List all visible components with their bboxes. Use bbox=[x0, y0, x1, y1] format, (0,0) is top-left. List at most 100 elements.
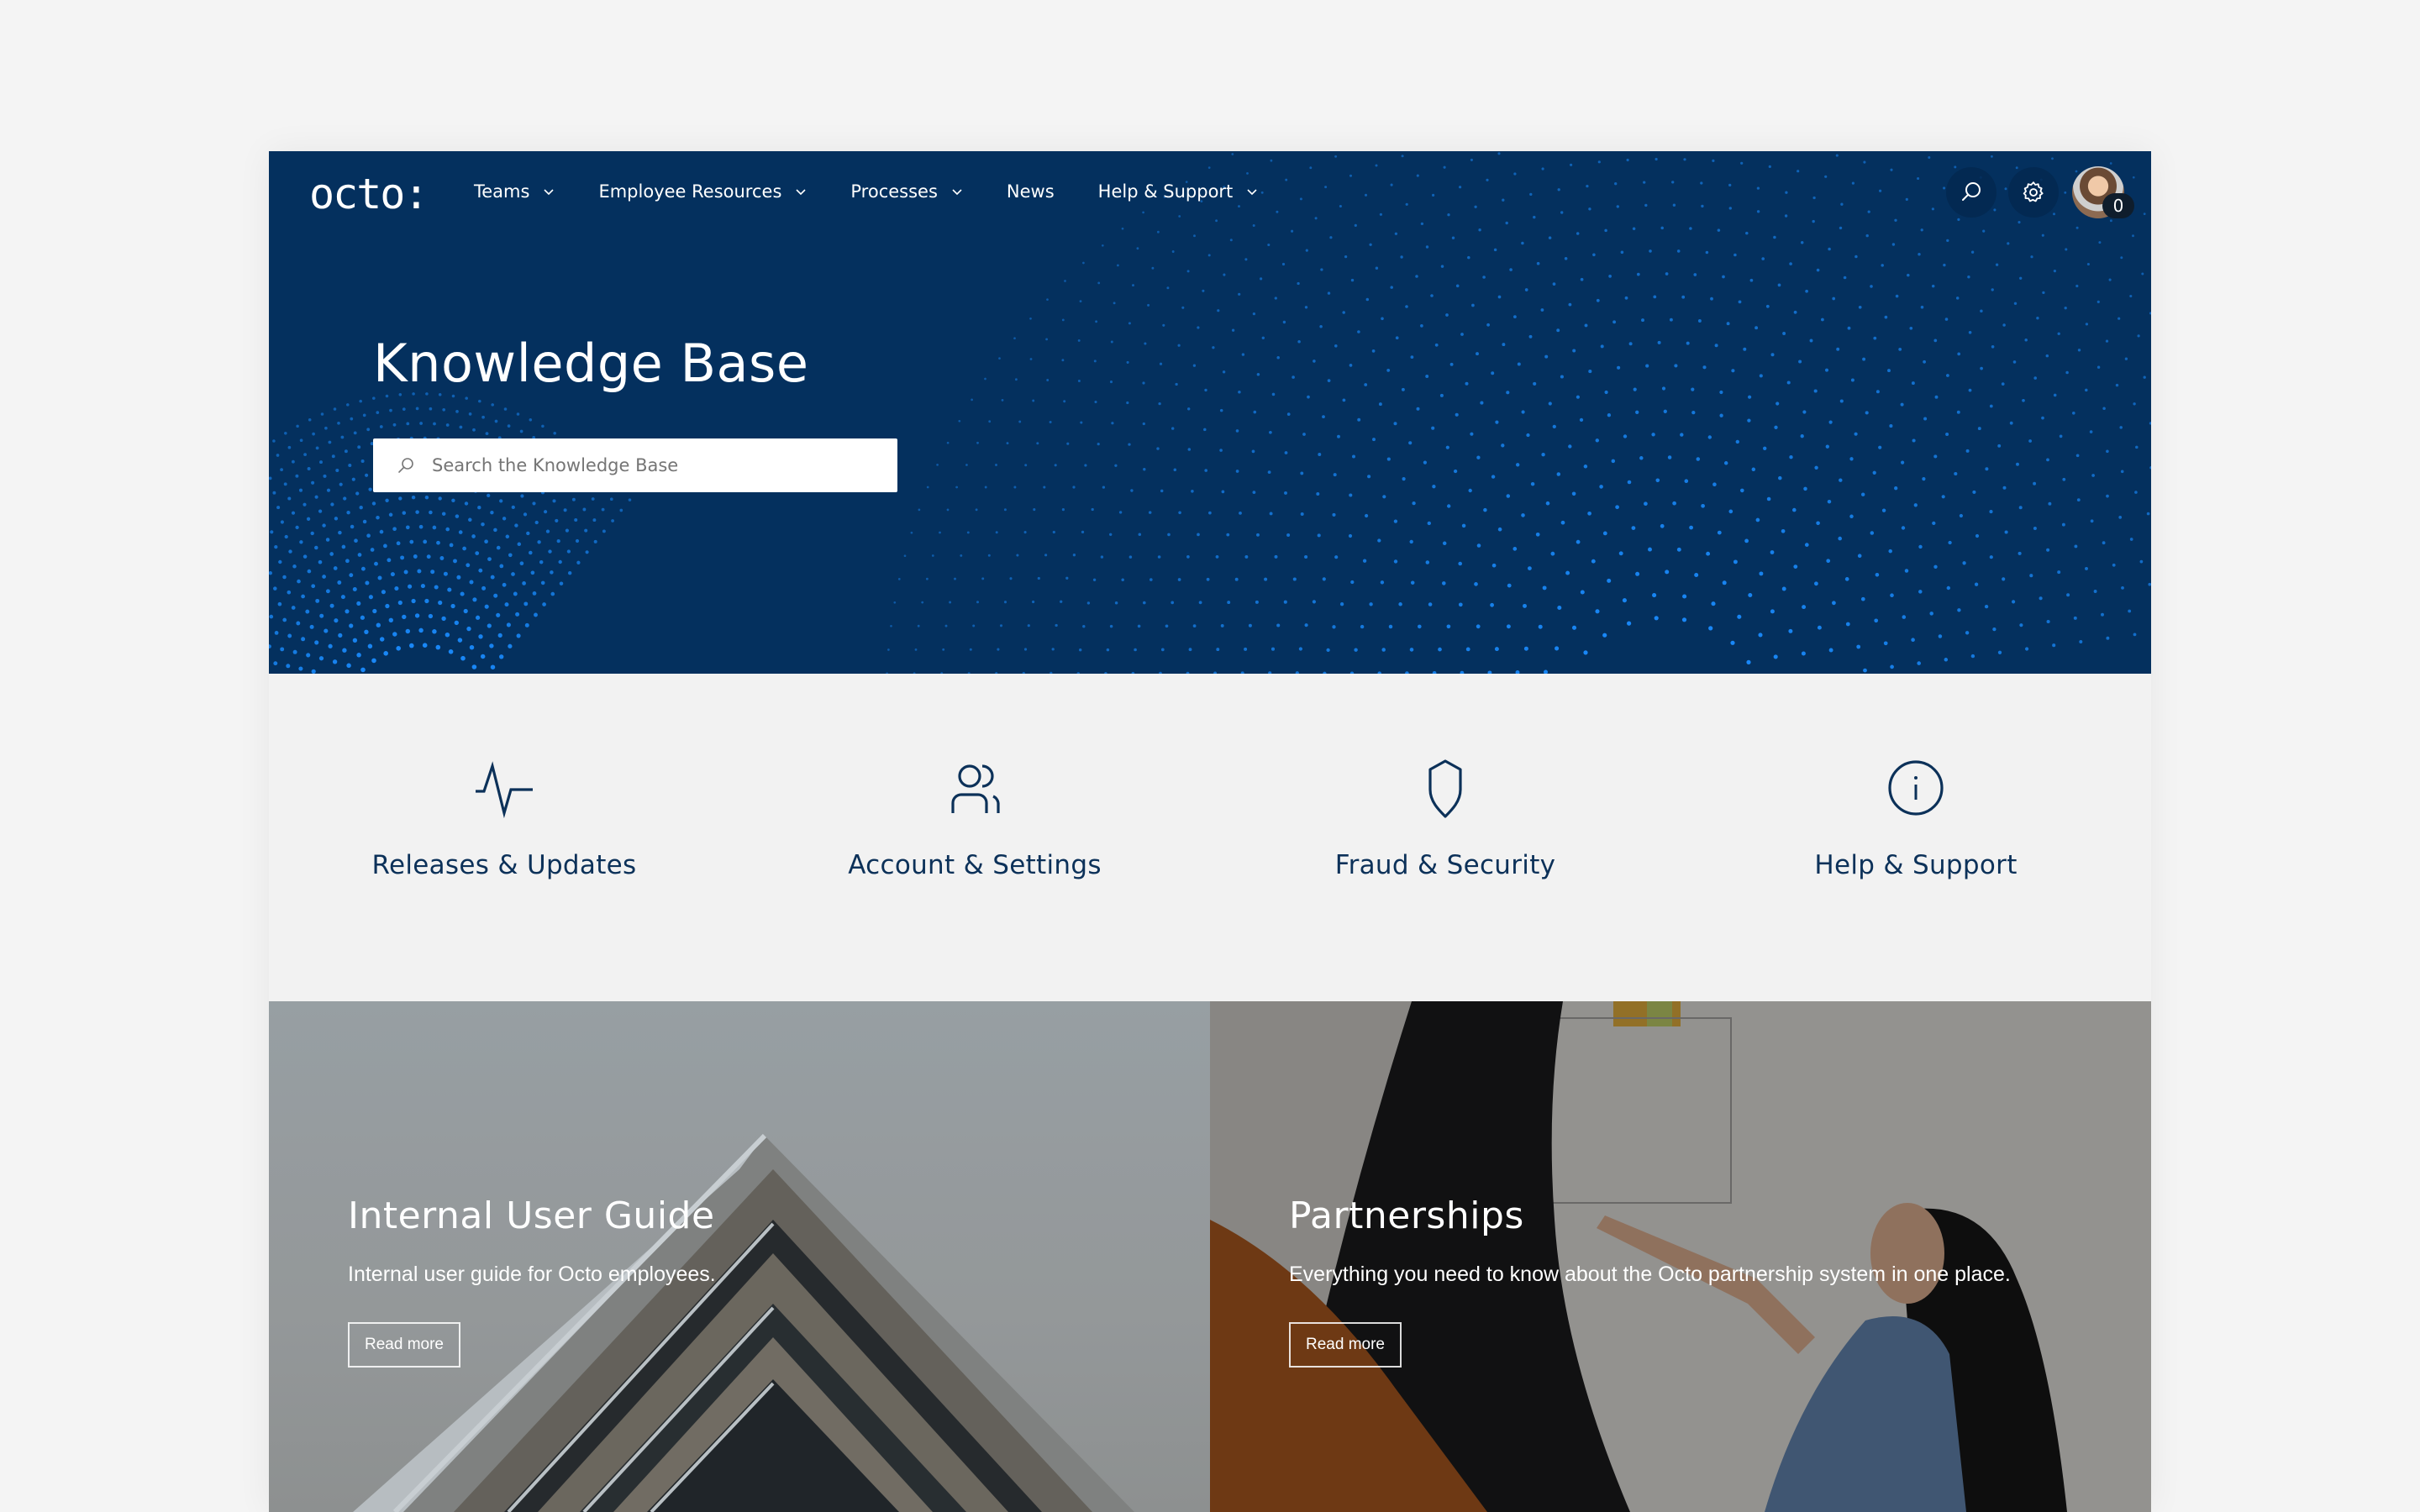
pattern-dot bbox=[418, 524, 424, 529]
pattern-dot bbox=[1506, 494, 1511, 498]
pattern-dot bbox=[1061, 359, 1065, 362]
pattern-dot bbox=[1917, 661, 1921, 665]
user-avatar[interactable]: 0 bbox=[2072, 166, 2134, 218]
pattern-dot bbox=[2059, 434, 2063, 438]
pattern-dot bbox=[1777, 283, 1781, 287]
search-input[interactable] bbox=[432, 455, 886, 475]
pattern-dot bbox=[1997, 444, 2002, 448]
pattern-dot bbox=[1604, 390, 1608, 395]
pattern-dot bbox=[966, 531, 970, 534]
pattern-dot bbox=[1203, 428, 1207, 432]
pattern-dot bbox=[532, 591, 537, 596]
pattern-dot bbox=[1097, 281, 1101, 285]
pattern-dot bbox=[1449, 362, 1454, 366]
pattern-dot bbox=[1839, 399, 1844, 403]
pattern-dot bbox=[372, 396, 376, 400]
card-title: Partnerships bbox=[1289, 1194, 1524, 1237]
pattern-dot bbox=[1460, 333, 1464, 336]
pattern-dot bbox=[1244, 258, 1248, 261]
pattern-dot bbox=[379, 637, 385, 642]
pattern-dot bbox=[1989, 510, 1993, 514]
pattern-dot bbox=[1861, 492, 1865, 496]
search-button[interactable] bbox=[1946, 167, 1996, 218]
pattern-dot bbox=[1887, 369, 1891, 373]
pattern-dot bbox=[1118, 511, 1123, 514]
pattern-dot bbox=[377, 575, 382, 580]
pattern-dot bbox=[1723, 461, 1728, 465]
chevron-down-icon bbox=[1247, 189, 1257, 196]
pattern-dot bbox=[971, 398, 973, 402]
category-releases-updates[interactable]: Releases & Updates bbox=[269, 674, 739, 1001]
pattern-dot bbox=[1260, 277, 1263, 281]
pattern-dot bbox=[1302, 433, 1306, 436]
pattern-dot bbox=[307, 467, 311, 470]
pattern-dot bbox=[449, 543, 454, 548]
pattern-dot bbox=[355, 491, 360, 496]
pattern-dot bbox=[1142, 422, 1145, 426]
pattern-dot bbox=[2053, 270, 2056, 273]
pattern-dot bbox=[534, 520, 539, 525]
pattern-dot bbox=[396, 541, 401, 546]
pattern-dot bbox=[530, 570, 535, 575]
pattern-dot bbox=[1045, 338, 1048, 341]
pattern-dot bbox=[2002, 486, 2007, 490]
octo-logo[interactable]: octo: bbox=[309, 170, 429, 218]
pattern-dot bbox=[1968, 388, 1972, 392]
pattern-dot bbox=[2009, 421, 2013, 425]
pattern-dot bbox=[1102, 486, 1106, 489]
pattern-dot bbox=[1512, 547, 1518, 551]
pattern-dot bbox=[422, 643, 428, 648]
read-more-button[interactable]: Read more bbox=[1289, 1322, 1402, 1368]
pattern-dot bbox=[1552, 282, 1556, 286]
knowledge-base-search[interactable] bbox=[373, 438, 897, 492]
pattern-dot bbox=[1568, 302, 1572, 307]
pattern-dot bbox=[1144, 342, 1147, 345]
category-help-support[interactable]: Help & Support bbox=[1681, 674, 2151, 1001]
pattern-dot bbox=[1317, 533, 1321, 538]
pattern-dot bbox=[1595, 609, 1600, 614]
nav-item-processes[interactable]: Processes bbox=[850, 181, 963, 202]
pattern-dot bbox=[349, 573, 354, 578]
pattern-dot bbox=[1044, 554, 1048, 557]
pattern-dot bbox=[1680, 433, 1684, 437]
pattern-dot bbox=[499, 654, 504, 659]
category-fraud-security[interactable]: Fraud & Security bbox=[1210, 674, 1681, 1001]
pattern-dot bbox=[1956, 410, 1960, 414]
pattern-dot bbox=[1889, 424, 1893, 428]
pattern-dot bbox=[1968, 331, 1972, 334]
read-more-button[interactable]: Read more bbox=[348, 1322, 460, 1368]
pattern-dot bbox=[1781, 528, 1786, 533]
pattern-dot bbox=[1770, 550, 1775, 554]
pattern-dot bbox=[1918, 590, 1923, 594]
nav-item-news[interactable]: News bbox=[1007, 181, 1055, 202]
pattern-dot bbox=[298, 666, 303, 671]
pattern-dot bbox=[514, 523, 518, 528]
nav-item-employee-resources[interactable]: Employee Resources bbox=[598, 181, 807, 202]
pattern-dot bbox=[318, 509, 323, 513]
pattern-dot bbox=[517, 542, 522, 547]
pattern-dot bbox=[306, 517, 311, 521]
pattern-dot bbox=[1901, 526, 1906, 530]
pattern-dot bbox=[1536, 261, 1540, 265]
pattern-dot bbox=[1693, 273, 1697, 276]
pattern-dot bbox=[946, 441, 950, 444]
nav-item-teams[interactable]: Teams bbox=[474, 181, 555, 202]
pattern-dot bbox=[988, 420, 992, 423]
pattern-dot bbox=[1297, 339, 1301, 344]
pattern-dot bbox=[284, 534, 288, 539]
pattern-dot bbox=[1220, 623, 1224, 627]
pattern-dot bbox=[354, 538, 358, 543]
pattern-dot bbox=[1458, 561, 1462, 566]
pattern-dot bbox=[414, 613, 420, 618]
nav-item-help-support[interactable]: Help & Support bbox=[1098, 181, 1259, 202]
gear-icon bbox=[2023, 181, 2044, 202]
pattern-dot bbox=[1226, 533, 1230, 537]
pattern-dot bbox=[372, 608, 377, 614]
category-account-settings[interactable]: Account & Settings bbox=[739, 674, 1210, 1001]
settings-button[interactable] bbox=[2008, 167, 2059, 218]
pattern-dot bbox=[273, 586, 277, 591]
pattern-dot bbox=[540, 580, 545, 585]
pattern-dot bbox=[1212, 346, 1215, 349]
pattern-dot bbox=[1883, 641, 1888, 646]
pattern-dot bbox=[1023, 531, 1027, 534]
